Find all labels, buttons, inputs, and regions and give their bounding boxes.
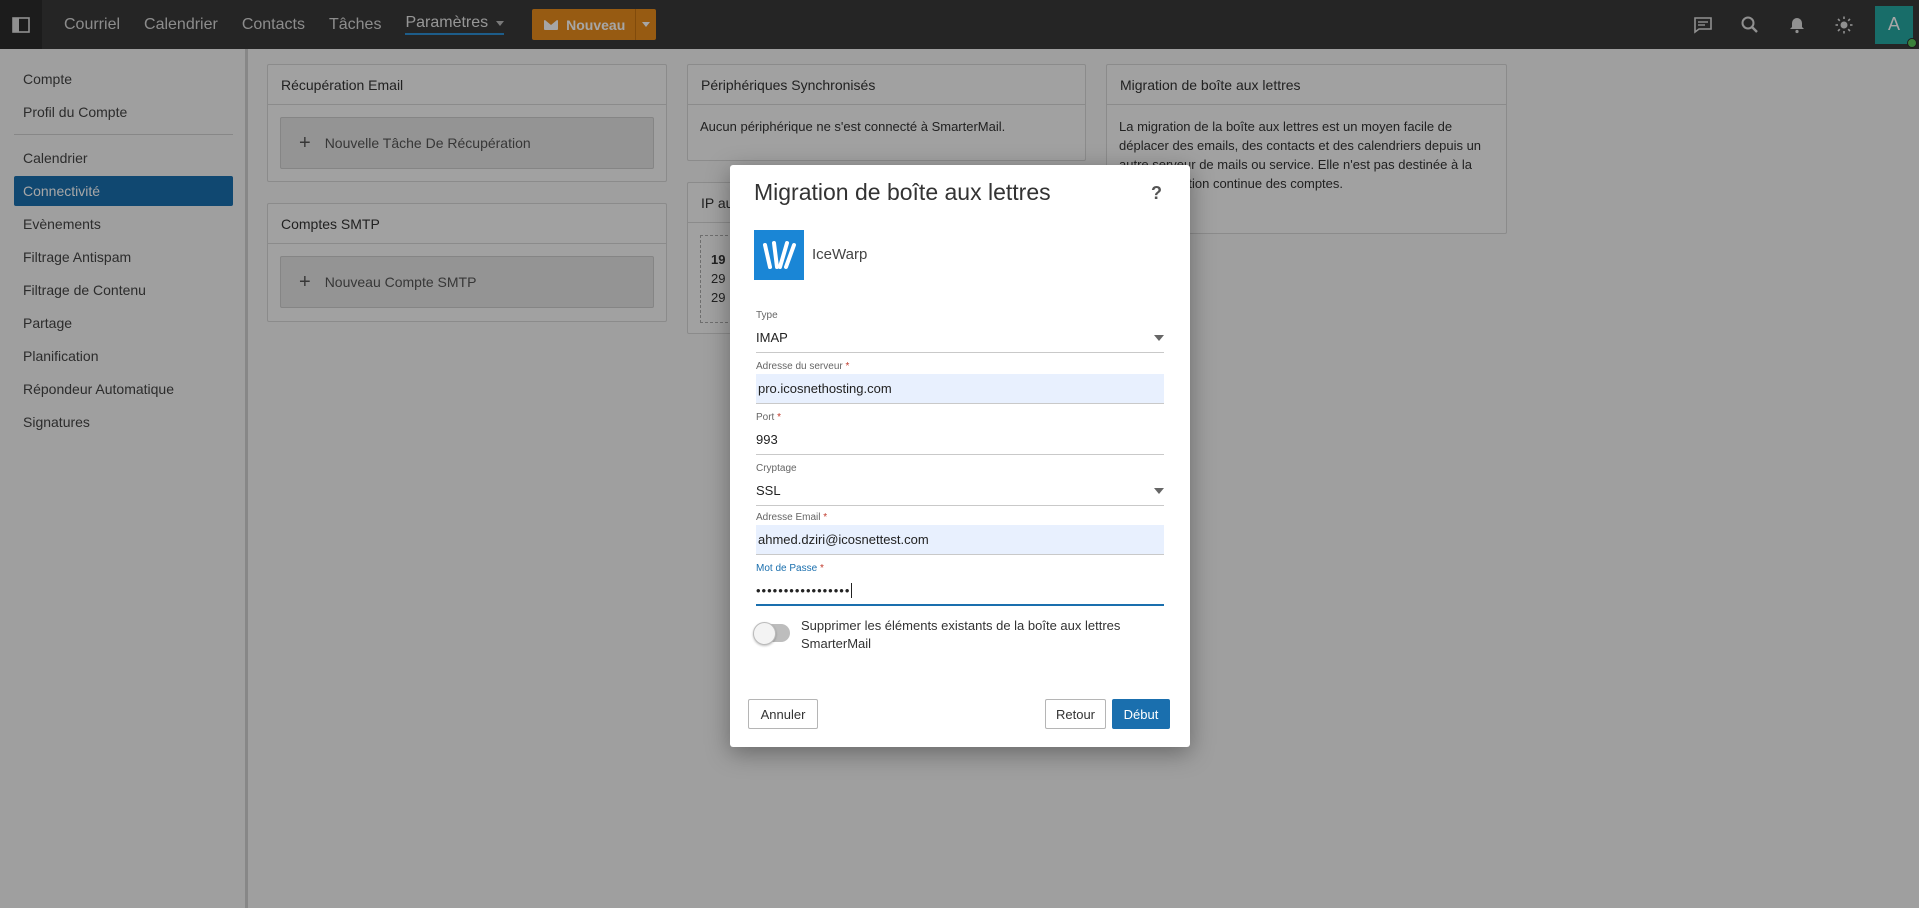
server-address-field[interactable]: Adresse du serveur * pro.icosnethosting.… xyxy=(756,361,1164,404)
dialog-title: Migration de boîte aux lettres xyxy=(754,179,1051,205)
type-label: Type xyxy=(756,310,778,321)
encryption-label: Cryptage xyxy=(756,463,797,474)
type-select[interactable]: Type IMAP xyxy=(756,310,1164,353)
server-address-input[interactable]: pro.icosnethosting.com xyxy=(756,374,1164,404)
encryption-value[interactable]: SSL xyxy=(756,476,1164,506)
dropdown-arrow-icon xyxy=(1154,488,1164,494)
help-icon[interactable]: ? xyxy=(1151,183,1162,204)
delete-existing-toggle[interactable] xyxy=(753,622,790,645)
dropdown-arrow-icon xyxy=(1154,335,1164,341)
encryption-select[interactable]: Cryptage SSL xyxy=(756,463,1164,506)
port-input[interactable]: 993 xyxy=(756,425,1164,455)
type-value[interactable]: IMAP xyxy=(756,323,1164,353)
server-address-label: Adresse du serveur * xyxy=(756,361,850,372)
email-address-field[interactable]: Adresse Email * ahmed.dziri@icosnettest.… xyxy=(756,512,1164,555)
icewarp-logo-icon xyxy=(754,230,804,280)
port-label: Port * xyxy=(756,412,782,423)
port-field[interactable]: Port * 993 xyxy=(756,412,1164,455)
provider-label: IceWarp xyxy=(812,246,868,263)
text-cursor xyxy=(851,582,853,598)
password-field[interactable]: Mot de Passe * ••••••••••••••••• xyxy=(756,563,1164,606)
delete-existing-label: Supprimer les éléments existants de la b… xyxy=(801,618,1121,651)
password-label: Mot de Passe * xyxy=(756,563,824,574)
email-address-label: Adresse Email * xyxy=(756,512,828,523)
start-button[interactable]: Début xyxy=(1112,699,1170,729)
mailbox-migration-dialog: Migration de boîte aux lettres ? IceWarp… xyxy=(730,165,1190,747)
password-input[interactable]: ••••••••••••••••• xyxy=(756,576,1164,606)
delete-existing-toggle-row: Supprimer les éléments existants de la b… xyxy=(753,617,1164,653)
email-address-input[interactable]: ahmed.dziri@icosnettest.com xyxy=(756,525,1164,555)
cancel-button[interactable]: Annuler xyxy=(748,699,818,729)
back-button[interactable]: Retour xyxy=(1045,699,1106,729)
